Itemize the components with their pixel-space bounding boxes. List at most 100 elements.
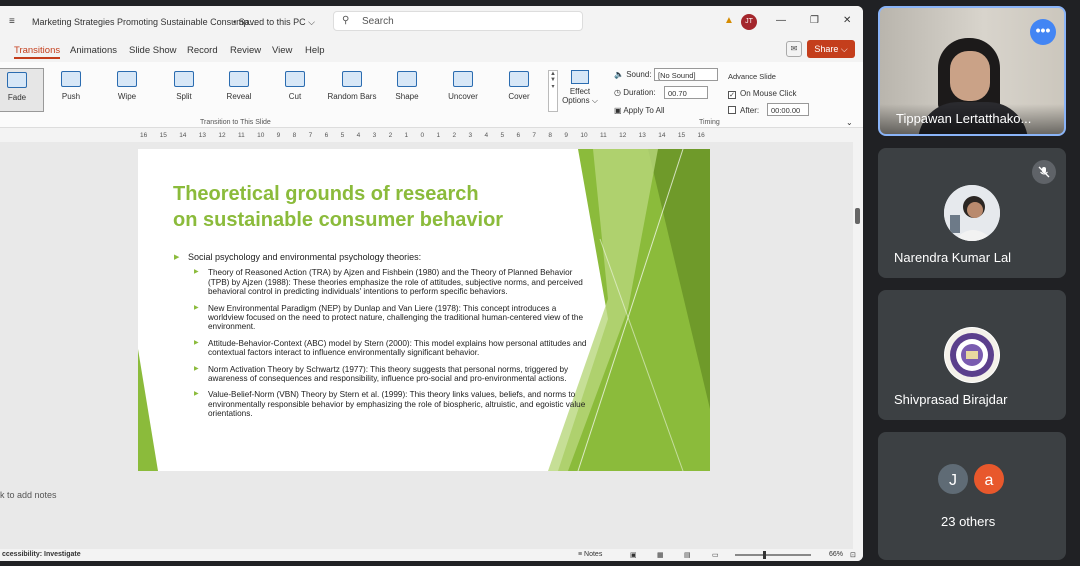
notes-button[interactable]: ≡ Notes [578,551,602,558]
transition-cut[interactable]: Cut [268,68,322,112]
tab-animations[interactable]: Animations [70,45,117,56]
split-icon [174,71,194,87]
scroll-thumb[interactable] [855,208,860,224]
ruler-tick: 16 [697,131,705,139]
transition-cover[interactable]: Cover [492,68,546,112]
zoom-slider-knob[interactable] [763,551,766,559]
sub-bullet-tra: Theory of Reasoned Action (TRA) by Ajzen… [174,268,594,296]
warning-icon[interactable]: ▲ [724,15,734,26]
after-checkbox[interactable]: After: [728,106,759,115]
tab-review[interactable]: Review [230,45,261,56]
others-tile[interactable]: J a 23 others [878,432,1066,560]
main-bullet: Social psychology and environmental psyc… [174,252,594,263]
participant-tile[interactable]: Narendra Kumar Lal [878,148,1066,278]
push-icon [61,71,81,87]
transition-label: Cut [288,92,302,101]
search-box[interactable]: ⚲ Search [333,11,583,31]
transition-push[interactable]: Push [44,68,98,112]
sub-bullet-norm-activation: Norm Activation Theory by Schwartz (1977… [174,365,594,384]
transition-wipe[interactable]: Wipe [100,68,154,112]
on-mouse-click-checkbox[interactable]: ✓ On Mouse Click [728,89,796,99]
ruler-tick: 13 [198,131,207,139]
sub-bullet-vbn: Value-Belief-Norm (VBN) Theory by Stern … [174,390,594,418]
share-button[interactable]: Share ⌵ [807,40,855,58]
others-count: 23 others [941,514,996,529]
ribbon-tabs: Transitions Animations Slide Show Record… [0,40,863,62]
ruler-tick: 12 [619,131,627,139]
ruler-tick: 0 [420,131,425,139]
close-icon[interactable]: ✕ [843,15,851,26]
more-options-icon[interactable]: ••• [1030,19,1056,45]
fit-slide-icon[interactable]: ⊡ [850,551,856,559]
cover-icon [509,71,529,87]
minimize-icon[interactable]: — [776,15,786,26]
transition-shape[interactable]: Shape [380,68,434,112]
effect-options-button[interactable]: Effect Options ⌵ [562,68,598,112]
ruler-tick: 3 [372,131,377,139]
collapse-ribbon-icon[interactable]: ⌄ [846,118,853,127]
tab-record[interactable]: Record [187,45,218,56]
wipe-icon [117,71,137,87]
gallery-scroll[interactable]: ▲ ▼ ▾ [548,70,558,112]
sound-select[interactable]: [No Sound] [654,68,718,81]
slide[interactable]: Theoretical grounds of research on susta… [138,149,710,471]
transition-random-bars[interactable]: Random Bars [324,68,380,112]
transition-split[interactable]: Split [157,68,211,112]
participant-name: Narendra Kumar Lal [894,250,1012,265]
ruler-tick: 2 [388,131,393,139]
tab-help[interactable]: Help [305,45,325,56]
tab-transitions[interactable]: Transitions [14,45,61,59]
participant-tile-self[interactable]: Tippawan Lertatthako... ••• [878,6,1066,136]
sound-label: 🔈 Sound: [614,70,652,79]
transition-reveal[interactable]: Reveal [212,68,266,112]
notes-pane[interactable]: k to add notes [0,490,57,500]
menu-icon[interactable]: ≡ [9,16,15,27]
transition-uncover[interactable]: Uncover [436,68,490,112]
after-field[interactable]: 00:00.00 [767,103,809,116]
ruler-tick: 16 [140,131,148,139]
mic-off-icon [1032,160,1056,184]
accessibility-status[interactable]: ccessibility: Investigate [2,551,81,558]
duration-field[interactable]: 00.70 [664,86,708,99]
ruler-tick: 1 [404,131,409,139]
ruler-tick: 9 [564,131,569,139]
tab-view[interactable]: View [272,45,292,56]
transition-fade[interactable]: Fade [0,68,44,112]
reading-view-icon[interactable]: ▤ [684,551,691,559]
reveal-icon [229,71,249,87]
ruler-tick: 14 [179,131,187,139]
transition-label: Push [61,92,81,101]
participant-name: Tippawan Lertatthako... [896,111,1032,126]
zoom-level[interactable]: 66% [829,551,843,558]
transition-label: Shape [395,92,419,101]
duration-label-text: Duration: [623,88,656,97]
avatar: J [936,462,970,496]
document-title[interactable]: Marketing Strategies Promoting Sustainab… [32,17,256,27]
transition-label: Fade [7,93,27,102]
transition-label: Reveal [226,92,252,101]
checkbox-checked[interactable]: ✓ [728,91,736,99]
normal-view-icon[interactable]: ▣ [630,551,637,559]
participant-face [950,51,990,101]
slide-sorter-icon[interactable]: ▦ [657,551,664,559]
effect-options-icon [571,70,589,84]
account-avatar[interactable]: JT [741,14,757,30]
checkbox-unchecked[interactable] [728,106,736,114]
comment-icon[interactable]: ✉ [786,41,802,57]
slide-title-line1: Theoretical grounds of research [173,183,479,205]
slide-title: Theoretical grounds of research on susta… [173,181,553,233]
apply-all-label: Apply To All [623,106,665,115]
tab-slide-show[interactable]: Slide Show [129,45,177,56]
sub-bullet-abc: Attitude-Behavior-Context (ABC) model by… [174,339,594,358]
avatar [944,185,1000,241]
transition-label: Uncover [448,92,478,101]
participant-name: Shivprasad Birajdar [894,392,1008,407]
ruler-tick: 6 [324,131,329,139]
save-status[interactable]: • Saved to this PC ⌵ [233,17,315,28]
restore-icon[interactable]: ❐ [810,15,819,26]
apply-all-button[interactable]: ▣ Apply To All [614,106,665,115]
slideshow-icon[interactable]: ▭ [712,551,719,559]
vertical-scrollbar[interactable] [853,142,863,552]
zoom-slider[interactable] [735,551,811,559]
participant-tile[interactable]: Shivprasad Birajdar [878,290,1066,420]
